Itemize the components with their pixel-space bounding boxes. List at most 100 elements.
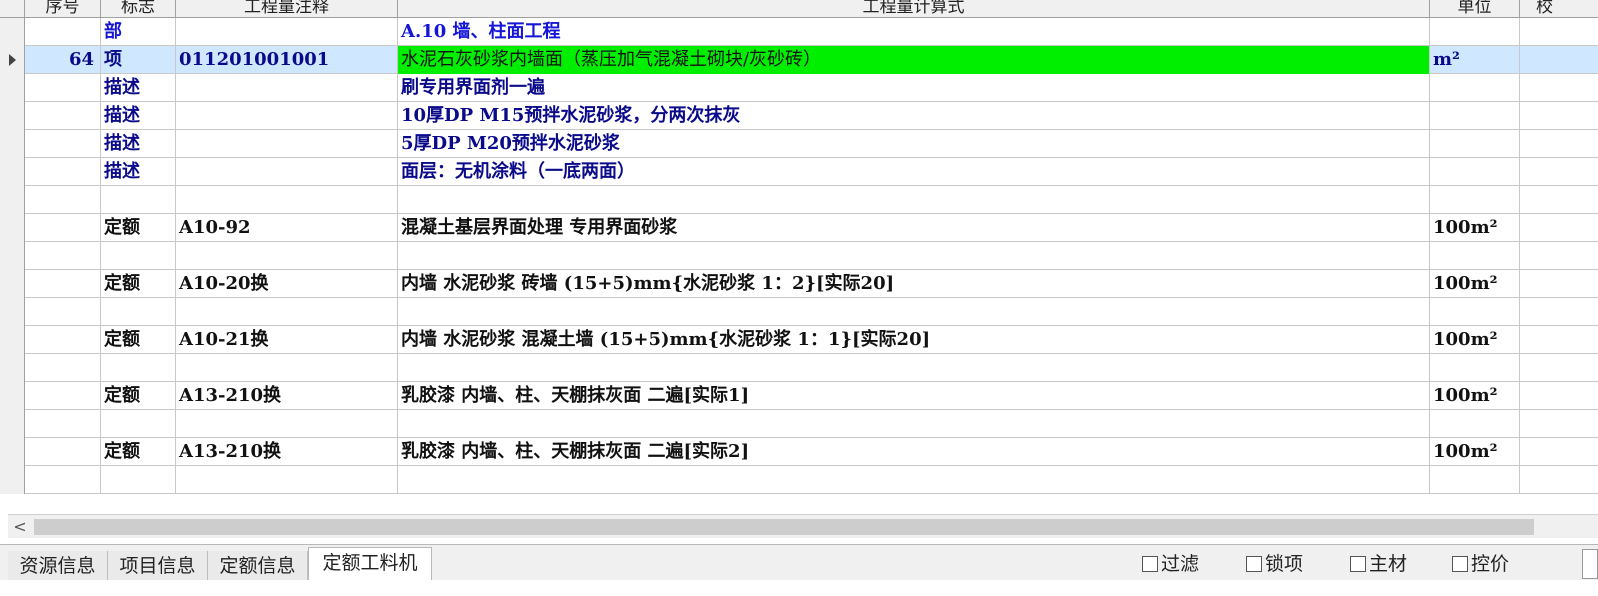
cell-unit[interactable]: 100m² [1430, 438, 1520, 466]
table-row[interactable]: 定额 A13-210换 乳胶漆 内墙、柱、天棚抹灰面 二遍[实际1] 100m² [0, 382, 1598, 410]
cell-unit[interactable] [1430, 354, 1520, 382]
filter-checkbox[interactable]: 过滤 [1142, 551, 1199, 577]
cell-unit[interactable]: 100m² [1430, 214, 1520, 242]
cell-unit[interactable]: 100m² [1430, 270, 1520, 298]
row-indicator[interactable] [0, 242, 25, 270]
cell-unit[interactable]: 100m² [1430, 382, 1520, 410]
cell-extra[interactable] [1520, 18, 1598, 46]
cell-note[interactable] [176, 158, 398, 186]
cell-flag[interactable] [101, 410, 176, 438]
row-indicator[interactable] [0, 74, 25, 102]
cell-flag[interactable]: 部 [101, 18, 176, 46]
cell-flag[interactable] [101, 466, 176, 494]
cell-flag[interactable]: 定额 [101, 382, 176, 410]
cell-flag[interactable] [101, 186, 176, 214]
cell-note[interactable]: A10-20换 [176, 270, 398, 298]
cell-seq[interactable] [25, 410, 101, 438]
row-indicator[interactable] [0, 438, 25, 466]
cell-note[interactable]: 011201001001 [176, 46, 398, 74]
cell-unit[interactable] [1430, 158, 1520, 186]
cell-formula[interactable]: 10厚DP M15预拌水泥砂浆，分两次抹灰 [398, 102, 1430, 130]
table-row[interactable]: 部 A.10 墙、柱面工程 [0, 18, 1598, 46]
row-indicator[interactable] [0, 158, 25, 186]
cell-seq[interactable] [25, 270, 101, 298]
table-row[interactable]: 定额 A10-20换 内墙 水泥砂浆 砖墙 (15+5)mm{水泥砂浆 1：2}[实… [0, 270, 1598, 298]
row-indicator[interactable] [0, 466, 25, 494]
cell-formula[interactable]: 内墙 水泥砂浆 砖墙 (15+5)mm{水泥砂浆 1：2}[实际20] [398, 270, 1430, 298]
cell-note[interactable] [176, 242, 398, 270]
cell-seq[interactable] [25, 186, 101, 214]
cell-unit[interactable]: m² [1430, 46, 1520, 74]
row-indicator[interactable] [0, 326, 25, 354]
row-indicator[interactable] [0, 270, 25, 298]
cell-extra[interactable] [1520, 46, 1598, 74]
cell-extra[interactable] [1520, 382, 1598, 410]
price-control-checkbox[interactable]: 控价 [1452, 551, 1509, 577]
header-unit[interactable]: 单位 [1430, 0, 1520, 18]
table-row[interactable]: 64 项 011201001001 水泥石灰砂浆内墙面（蒸压加气混凝土砌块/灰砂砖） m… [0, 46, 1598, 74]
cell-note[interactable] [176, 466, 398, 494]
lock-item-checkbox[interactable]: 锁项 [1246, 551, 1303, 577]
cell-unit[interactable] [1430, 74, 1520, 102]
header-extra[interactable]: 校 [1520, 0, 1598, 18]
cell-note[interactable] [176, 186, 398, 214]
cell-flag[interactable]: 定额 [101, 214, 176, 242]
cell-extra[interactable] [1520, 410, 1598, 438]
quantity-grid[interactable]: 序号 标志 工程量注释 工程量计算式 单位 校 部 A.10 墙、柱面工程 64 项 0… [0, 0, 1598, 510]
checkbox-icon[interactable] [1142, 556, 1158, 572]
cell-note[interactable] [176, 410, 398, 438]
cell-extra[interactable] [1520, 242, 1598, 270]
cell-extra[interactable] [1520, 158, 1598, 186]
cell-seq[interactable] [25, 354, 101, 382]
cell-flag[interactable]: 定额 [101, 326, 176, 354]
cell-extra[interactable] [1520, 214, 1598, 242]
cell-seq[interactable] [25, 382, 101, 410]
cell-extra[interactable] [1520, 326, 1598, 354]
cell-note[interactable] [176, 74, 398, 102]
cell-flag[interactable]: 描述 [101, 102, 176, 130]
scroll-left-icon[interactable]: < [12, 515, 28, 539]
table-row[interactable]: 描述 刷专用界面剂一遍 [0, 74, 1598, 102]
scroll-thumb[interactable] [34, 519, 1534, 535]
table-row[interactable] [0, 242, 1598, 270]
cell-seq[interactable] [25, 438, 101, 466]
cell-extra[interactable] [1520, 270, 1598, 298]
cell-unit[interactable] [1430, 298, 1520, 326]
cell-flag[interactable]: 项 [101, 46, 176, 74]
table-row[interactable]: 描述 5厚DP M20预拌水泥砂浆 [0, 130, 1598, 158]
cell-seq[interactable] [25, 74, 101, 102]
cell-seq[interactable] [25, 298, 101, 326]
tab-resource-info[interactable]: 资源信息 [8, 551, 108, 581]
cell-note[interactable] [176, 18, 398, 46]
table-row[interactable]: 定额 A13-210换 乳胶漆 内墙、柱、天棚抹灰面 二遍[实际2] 100m² [0, 438, 1598, 466]
table-row[interactable] [0, 466, 1598, 494]
cell-unit[interactable] [1430, 186, 1520, 214]
header-seq[interactable]: 序号 [25, 0, 101, 18]
cell-formula[interactable] [398, 242, 1430, 270]
row-indicator[interactable] [0, 354, 25, 382]
cell-unit[interactable] [1430, 466, 1520, 494]
cell-formula[interactable]: 乳胶漆 内墙、柱、天棚抹灰面 二遍[实际1] [398, 382, 1430, 410]
cell-extra[interactable] [1520, 102, 1598, 130]
cell-seq[interactable] [25, 130, 101, 158]
checkbox-icon[interactable] [1350, 556, 1366, 572]
cell-seq[interactable] [25, 242, 101, 270]
cell-unit[interactable] [1430, 130, 1520, 158]
cell-seq[interactable] [25, 102, 101, 130]
cell-formula[interactable]: 面层：无机涂料（一底两面） [398, 158, 1430, 186]
cell-formula[interactable]: 乳胶漆 内墙、柱、天棚抹灰面 二遍[实际2] [398, 438, 1430, 466]
tab-project-info[interactable]: 项目信息 [108, 551, 208, 581]
cell-extra[interactable] [1520, 74, 1598, 102]
cell-formula[interactable]: 水泥石灰砂浆内墙面（蒸压加气混凝土砌块/灰砂砖） [398, 46, 1430, 74]
cell-flag[interactable] [101, 242, 176, 270]
cell-flag[interactable]: 定额 [101, 438, 176, 466]
cell-formula[interactable] [398, 186, 1430, 214]
cell-unit[interactable] [1430, 410, 1520, 438]
table-row[interactable] [0, 186, 1598, 214]
table-row[interactable] [0, 354, 1598, 382]
cell-formula[interactable]: 混凝土基层界面处理 专用界面砂浆 [398, 214, 1430, 242]
cell-seq[interactable] [25, 18, 101, 46]
cell-formula[interactable] [398, 298, 1430, 326]
cell-flag[interactable]: 描述 [101, 158, 176, 186]
cell-extra[interactable] [1520, 438, 1598, 466]
